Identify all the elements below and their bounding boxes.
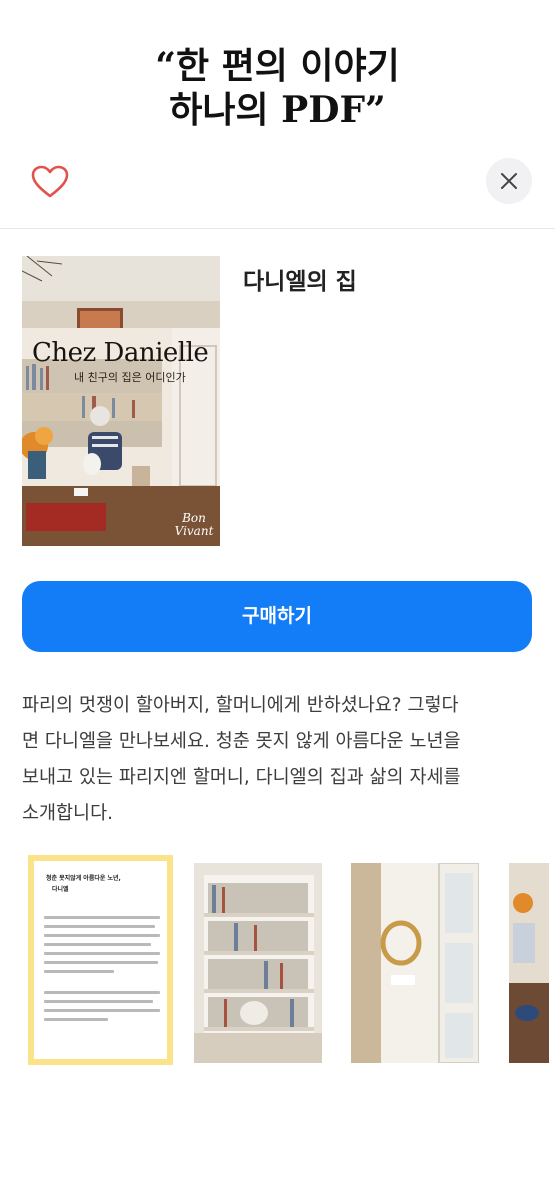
close-button[interactable] bbox=[486, 158, 532, 204]
sheet-header bbox=[0, 150, 555, 229]
buy-button[interactable]: 구매하기 bbox=[22, 581, 532, 652]
preview-thumbnail-table[interactable] bbox=[509, 863, 549, 1063]
headline-line-2: 하나의 PDF” bbox=[169, 89, 386, 131]
description-line-1: 파리의 멋쟁이 할아버지, 할머니에게 반하셨나요? 그렇다 bbox=[22, 695, 459, 716]
favorite-button[interactable] bbox=[30, 164, 70, 200]
preview-page-body bbox=[44, 916, 160, 1027]
cover-photo bbox=[22, 256, 220, 546]
preview-thumbnail-text-page[interactable]: 청춘 못지않게 아름다운 노년, 다니엘 bbox=[28, 855, 173, 1065]
headline-line-1: “한 편의 이야기 bbox=[155, 45, 400, 87]
bathroom-photo bbox=[351, 863, 479, 1063]
preview-page: 청춘 못지않게 아름다운 노년, 다니엘 bbox=[34, 861, 167, 1059]
preview-page-subtitle: 다니엘 bbox=[52, 886, 69, 893]
book-title: 다니엘의 집 bbox=[243, 269, 357, 295]
close-icon bbox=[501, 173, 517, 189]
promo-headline: “한 편의 이야기 하나의 PDF” bbox=[0, 44, 555, 132]
cover-subtitle: 내 친구의 집은 어디인가 bbox=[74, 371, 186, 384]
preview-page-title: 청춘 못지않게 아름다운 노년, bbox=[46, 875, 121, 882]
heart-outline-icon bbox=[31, 165, 69, 198]
description-line-4: 소개합니다. bbox=[22, 803, 113, 824]
preview-thumbnail-bathroom[interactable] bbox=[351, 863, 479, 1063]
book-description: 파리의 멋쟁이 할아버지, 할머니에게 반하셨나요? 그렇다 면 다니엘을 만나… bbox=[22, 688, 532, 832]
preview-carousel[interactable]: 청춘 못지않게 아름다운 노년, 다니엘 bbox=[0, 855, 555, 1070]
bookshelf-photo bbox=[194, 863, 322, 1063]
cover-title: Chez Danielle bbox=[32, 338, 209, 368]
table-photo bbox=[509, 863, 549, 1063]
brand-line-2: Vivant bbox=[174, 524, 214, 538]
description-line-2: 면 다니엘을 만나보세요. 청춘 못지 않게 아름다운 노년을 bbox=[22, 731, 461, 752]
description-line-3: 보내고 있는 파리지엔 할머니, 다니엘의 집과 삶의 자세를 bbox=[22, 767, 461, 788]
cover-brand-logo: Bon Vivant bbox=[174, 512, 214, 538]
preview-thumbnail-bookshelf[interactable] bbox=[194, 863, 322, 1063]
book-cover[interactable]: Chez Danielle 내 친구의 집은 어디인가 Bon Vivant bbox=[22, 256, 220, 546]
